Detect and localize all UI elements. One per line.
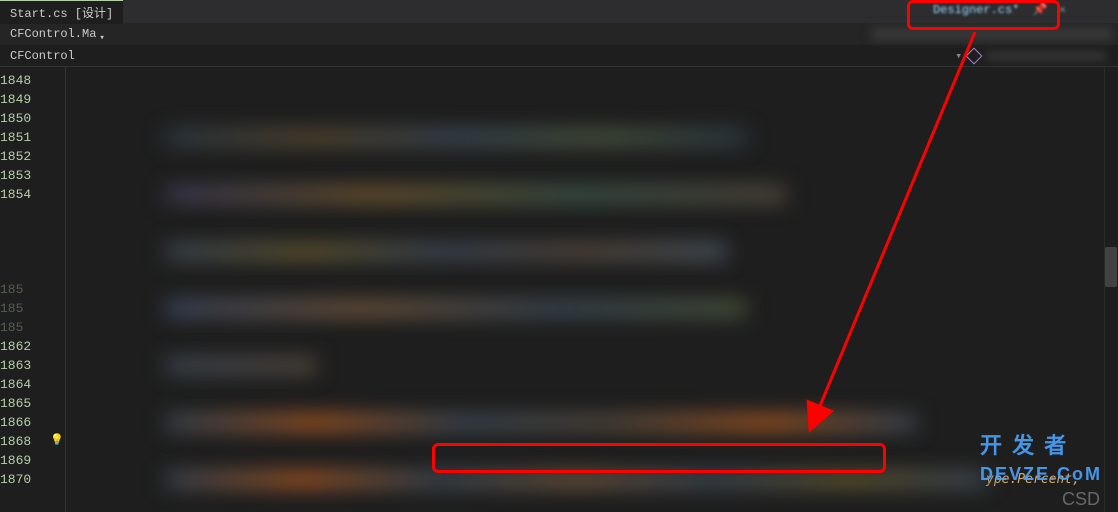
line-number: 1868 (0, 432, 40, 451)
breadcrumb-label: CFControl.Ma (10, 27, 96, 41)
chevron-down-icon[interactable] (99, 30, 107, 38)
line-number (0, 204, 40, 223)
line-number: 1864 (0, 375, 40, 394)
line-number (0, 242, 40, 261)
lightbulb-icon[interactable]: 💡 (50, 432, 64, 451)
line-number: 1869 (0, 451, 40, 470)
breadcrumb-label-2: CFControl (10, 49, 75, 63)
line-number: 1848 (0, 71, 40, 90)
annotation-box-code (432, 443, 886, 473)
vertical-scrollbar[interactable] (1104, 67, 1118, 512)
line-number: 1854 (0, 185, 40, 204)
line-number-gutter: 1848 1849 1850 1851 1852 1853 1854 185 1… (0, 67, 48, 512)
line-number: 185 (0, 318, 40, 337)
line-number: 1852 (0, 147, 40, 166)
line-number: 1863 (0, 356, 40, 375)
tab-start-cs[interactable]: Start.cs [设计] (0, 0, 123, 24)
breadcrumb-bar-2: CFControl ▾ (0, 45, 1118, 67)
line-number: 1865 (0, 394, 40, 413)
nav-diamond-icon[interactable] (966, 47, 983, 64)
annotation-box-top (907, 0, 1060, 30)
line-number: 1850 (0, 109, 40, 128)
tab-label: Start.cs [设计] (10, 4, 113, 21)
line-number: 1849 (0, 90, 40, 109)
line-number: 1866 (0, 413, 40, 432)
scrollbar-thumb[interactable] (1105, 247, 1117, 287)
line-number (0, 261, 40, 280)
watermark-brand-cn: 开 发 者 DEVZE.CoM (980, 428, 1102, 486)
glyph-margin: 💡 (48, 67, 66, 512)
line-number: 185 (0, 299, 40, 318)
line-number (0, 223, 40, 242)
line-number: 1851 (0, 128, 40, 147)
line-number: 185 (0, 280, 40, 299)
line-number: 1862 (0, 337, 40, 356)
breadcrumb-namespace[interactable]: CFControl.Ma (4, 27, 113, 41)
line-number: 1870 (0, 470, 40, 489)
breadcrumb-class[interactable]: CFControl (4, 49, 81, 63)
watermark-csdn: CSD (1062, 489, 1100, 510)
line-number: 1853 (0, 166, 40, 185)
